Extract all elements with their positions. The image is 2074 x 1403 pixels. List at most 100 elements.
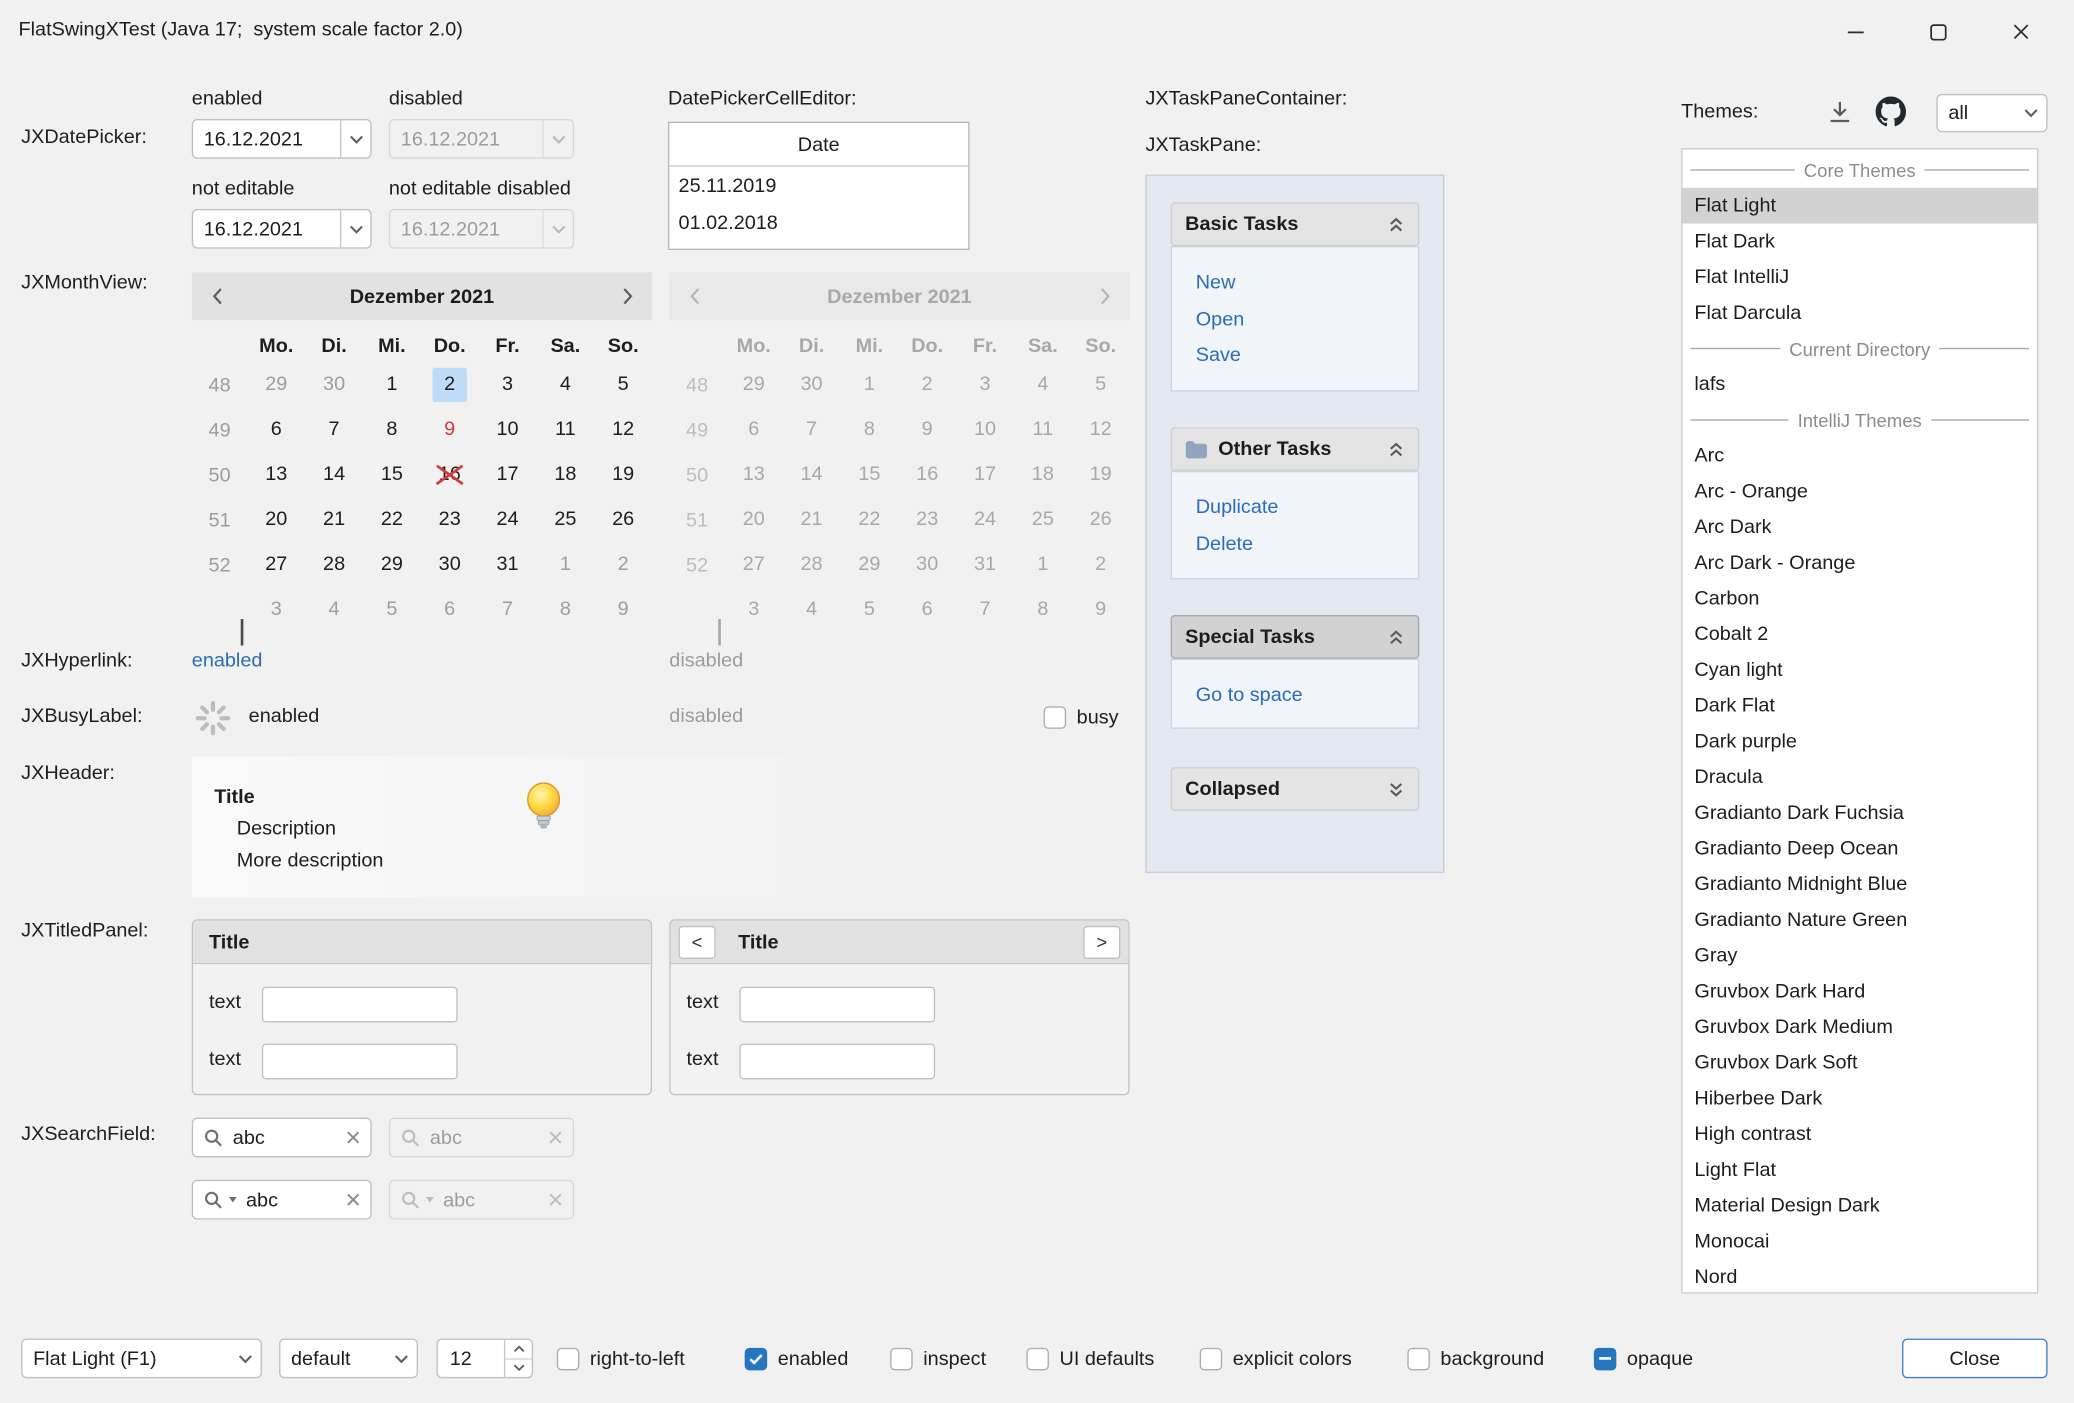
day-cell[interactable]: 24 (479, 503, 537, 537)
close-window-button[interactable] (1980, 0, 2062, 63)
theme-item[interactable]: Dracula (1682, 759, 2036, 795)
day-cell[interactable]: 1 (536, 548, 594, 582)
panel-left-button[interactable]: < (679, 925, 716, 958)
day-cell[interactable]: 9 (421, 413, 479, 447)
theme-item[interactable]: Cobalt 2 (1682, 616, 2036, 652)
day-cell[interactable]: 4 (305, 593, 363, 627)
theme-item[interactable]: Arc Dark - Orange (1682, 545, 2036, 581)
day-cell[interactable]: 29 (363, 548, 421, 582)
day-cell[interactable]: 10 (479, 413, 537, 447)
day-cell[interactable]: 7 (479, 593, 537, 627)
day-cell[interactable]: 21 (305, 503, 363, 537)
day-cell[interactable]: 7 (305, 413, 363, 447)
text-input[interactable] (739, 987, 935, 1023)
chevron-down-icon[interactable] (340, 210, 370, 247)
day-cell[interactable]: 30 (305, 368, 363, 402)
checkbox-box[interactable] (1594, 1347, 1616, 1369)
theme-item[interactable]: Dark Flat (1682, 688, 2036, 724)
chevron-down-icon[interactable] (386, 1340, 416, 1377)
github-icon[interactable] (1876, 97, 1906, 133)
checkbox-box[interactable] (1026, 1347, 1048, 1369)
checkbox-ui-defaults[interactable]: UI defaults (1026, 1344, 1154, 1373)
day-cell[interactable]: 26 (594, 503, 652, 537)
theme-item[interactable]: Flat IntelliJ (1682, 259, 2036, 295)
task-link-duplicate[interactable]: Duplicate (1196, 489, 1394, 525)
expand-icon[interactable] (1388, 780, 1405, 799)
checkbox-box[interactable] (890, 1347, 912, 1369)
busy-checkbox[interactable]: busy (1044, 702, 1119, 731)
panel-right-button[interactable]: > (1083, 925, 1120, 958)
datepicker-not-editable[interactable]: 16.12.2021 (192, 209, 372, 249)
day-cell[interactable]: 6 (247, 413, 305, 447)
day-cell[interactable]: 15 (363, 458, 421, 492)
themes-list[interactable]: Core ThemesFlat LightFlat DarkFlat Intel… (1681, 148, 2038, 1293)
day-cell[interactable]: 6 (421, 593, 479, 627)
day-cell[interactable]: 4 (536, 368, 594, 402)
theme-item[interactable]: Flat Darcula (1682, 295, 2036, 331)
day-cell[interactable]: 30 (421, 548, 479, 582)
task-link-go-to-space[interactable]: Go to space (1196, 677, 1394, 713)
taskpane-header-collapsed[interactable]: Collapsed (1171, 767, 1420, 811)
theme-item[interactable]: Gradianto Nature Green (1682, 902, 2036, 938)
day-cell[interactable]: 3 (479, 368, 537, 402)
text-input[interactable] (739, 1044, 935, 1080)
theme-item[interactable]: Dark purple (1682, 724, 2036, 760)
day-cell[interactable]: 8 (363, 413, 421, 447)
theme-item[interactable]: Nord (1682, 1259, 2036, 1293)
clear-icon[interactable] (347, 1193, 360, 1206)
task-link-delete[interactable]: Delete (1196, 526, 1394, 562)
theme-item[interactable]: Hiberbee Dark (1682, 1081, 2036, 1117)
checkbox-box[interactable] (1044, 706, 1066, 728)
theme-item[interactable]: Cyan light (1682, 652, 2036, 688)
theme-item[interactable]: Arc (1682, 438, 2036, 474)
datepicker-enabled[interactable]: 16.12.2021 (192, 119, 372, 159)
day-cell[interactable]: 8 (536, 593, 594, 627)
close-button[interactable]: Close (1902, 1339, 2047, 1379)
theme-item[interactable]: Gradianto Dark Fuchsia (1682, 795, 2036, 831)
checkbox-opaque[interactable]: opaque (1594, 1344, 1693, 1373)
text-input[interactable] (262, 1044, 458, 1080)
checkbox-explicit-colors[interactable]: explicit colors (1200, 1344, 1352, 1373)
checkbox-right-to-left[interactable]: right-to-left (557, 1344, 685, 1373)
day-cell[interactable]: 3 (247, 593, 305, 627)
task-link-new[interactable]: New (1196, 265, 1394, 301)
taskpane-header-special-tasks[interactable]: Special Tasks (1171, 615, 1420, 659)
themes-filter-combobox[interactable]: all (1936, 94, 2047, 132)
day-cell[interactable]: 31 (479, 548, 537, 582)
day-cell[interactable]: 1 (363, 368, 421, 402)
day-cell[interactable]: 29 (247, 368, 305, 402)
day-cell[interactable]: 17 (479, 458, 537, 492)
previous-month-button[interactable] (192, 272, 242, 320)
checkbox-box[interactable] (1200, 1347, 1222, 1369)
table-row[interactable]: 25.11.2019 (669, 167, 968, 204)
day-cell[interactable]: 2 (594, 548, 652, 582)
day-cell[interactable]: 25 (536, 503, 594, 537)
day-cell[interactable]: 13 (247, 458, 305, 492)
day-cell[interactable]: 11 (536, 413, 594, 447)
theme-item[interactable]: Arc Dark (1682, 509, 2036, 545)
day-cell[interactable]: 14 (305, 458, 363, 492)
day-cell[interactable]: 18 (536, 458, 594, 492)
theme-item[interactable]: Monocai (1682, 1224, 2036, 1260)
taskpane-header-other-tasks[interactable]: Other Tasks (1171, 427, 1420, 471)
theme-item[interactable]: Gruvbox Dark Hard (1682, 974, 2036, 1010)
theme-item[interactable]: Carbon (1682, 581, 2036, 617)
theme-item[interactable]: Flat Light (1682, 188, 2036, 224)
theme-item[interactable]: High contrast (1682, 1116, 2036, 1152)
search-field-with-menu-enabled[interactable]: abc (192, 1180, 372, 1220)
chevron-down-icon[interactable] (2016, 95, 2046, 131)
clear-icon[interactable] (347, 1131, 360, 1144)
day-cell[interactable]: 22 (363, 503, 421, 537)
checkbox-box[interactable] (1407, 1347, 1429, 1369)
theme-item[interactable]: Flat Dark (1682, 224, 2036, 260)
day-cell[interactable]: 28 (305, 548, 363, 582)
theme-item[interactable]: Material Design Dark (1682, 1188, 2036, 1224)
checkbox-background[interactable]: background (1407, 1344, 1544, 1373)
search-field-enabled[interactable]: abc (192, 1118, 372, 1158)
day-cell[interactable]: 23 (421, 503, 479, 537)
chevron-down-icon[interactable] (230, 1340, 260, 1377)
maximize-button[interactable] (1897, 0, 1979, 63)
table-row[interactable]: 01.02.2018 (669, 204, 968, 241)
table-column-header[interactable]: Date (669, 123, 968, 167)
taskpane-header-basic-tasks[interactable]: Basic Tasks (1171, 202, 1420, 246)
